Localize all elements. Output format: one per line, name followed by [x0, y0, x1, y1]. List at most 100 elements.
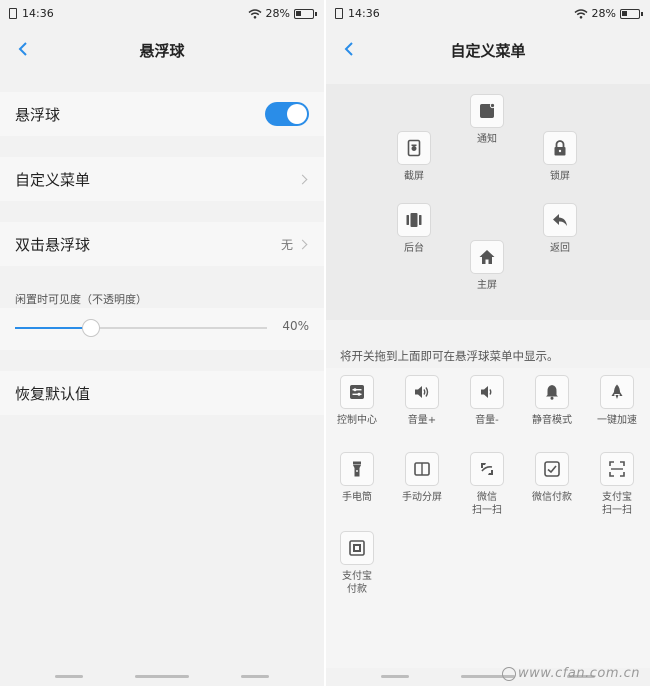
bell-icon	[546, 385, 558, 400]
icon-box	[470, 452, 504, 486]
custom-menu-screen: 14:36 28% 自定义菜单 通知 截屏 锁屏 后台 返回 主屏 将开关拖到上…	[326, 0, 650, 686]
wifi-icon	[574, 8, 588, 19]
drag-hint: 将开关拖到上面即可在悬浮球菜单中显示。	[340, 349, 559, 363]
menu-item-home[interactable]: 主屏	[459, 240, 515, 292]
alipay-scan-icon	[609, 461, 625, 477]
icon-box	[470, 375, 504, 409]
option-control-center[interactable]: 控制中心	[329, 375, 385, 427]
option-label: 音量+	[407, 415, 437, 426]
nav-line	[241, 675, 269, 678]
status-bar: 14:36 28%	[326, 0, 650, 28]
option-label: 静音模式	[532, 415, 572, 426]
option-label: 微信 扫一扫	[472, 492, 502, 516]
notification-icon	[480, 102, 496, 118]
status-time: 14:36	[348, 7, 380, 20]
visibility-slider[interactable]	[15, 319, 267, 337]
option-wechat-scan[interactable]: 微信 扫一扫	[459, 452, 515, 517]
lock-icon	[554, 140, 566, 156]
floating-ball-row: 悬浮球	[0, 92, 324, 136]
menu-item-label: 返回	[550, 243, 570, 254]
option-wechat-pay[interactable]: 微信付款	[524, 452, 580, 504]
option-label: 控制中心	[337, 415, 377, 426]
visibility-label: 闲置时可见度（不透明度）	[15, 293, 147, 306]
slider-thumb[interactable]	[81, 319, 100, 337]
menu-item-notification[interactable]: 通知	[459, 94, 515, 146]
icon-box	[600, 452, 634, 486]
option-alipay-pay[interactable]: 支付宝 付款	[329, 531, 385, 596]
option-silent-mode[interactable]: 静音模式	[524, 375, 580, 427]
double-tap-value: 无	[280, 237, 293, 252]
battery-percent: 28%	[265, 7, 290, 20]
option-boost[interactable]: 一键加速	[589, 375, 645, 427]
battery-percent: 28%	[591, 7, 616, 20]
floating-ball-settings-screen: 14:36 28% 悬浮球 悬浮球 自定义菜单 双击悬浮球 无 闲置时可见度（不…	[0, 0, 324, 686]
volume-up-icon	[415, 386, 429, 398]
status-bar: 14:36 28%	[0, 0, 324, 28]
menu-item-label: 通知	[477, 134, 497, 145]
option-split-screen[interactable]: 手动分屏	[394, 452, 450, 504]
option-label: 手电筒	[342, 492, 372, 503]
icon-box	[340, 531, 374, 565]
slider-fill	[15, 327, 91, 329]
icon-box	[470, 240, 504, 274]
page-title: 悬浮球	[139, 42, 185, 60]
custom-menu-row[interactable]: 自定义菜单	[0, 157, 324, 201]
nav-line	[381, 675, 409, 678]
nav-bar	[0, 675, 324, 678]
wechat-scan-icon	[481, 463, 493, 475]
menu-item-recent-apps[interactable]: 后台	[386, 203, 442, 255]
icon-box	[340, 375, 374, 409]
icon-box	[543, 203, 577, 237]
double-tap-label: 双击悬浮球	[15, 235, 91, 254]
custom-menu-label: 自定义菜单	[15, 170, 91, 189]
nav-line	[55, 675, 83, 678]
icon-box	[405, 375, 439, 409]
flashlight-icon	[353, 461, 361, 477]
double-tap-row[interactable]: 双击悬浮球 无	[0, 222, 324, 266]
nav-line	[135, 675, 189, 678]
menu-item-lock[interactable]: 锁屏	[532, 131, 588, 183]
visibility-slider-row: 40%	[0, 308, 324, 350]
option-label: 音量-	[475, 415, 499, 426]
floating-ball-toggle[interactable]	[265, 102, 309, 126]
option-alipay-scan[interactable]: 支付宝 扫一扫	[589, 452, 645, 517]
wifi-icon	[248, 8, 262, 19]
icon-box	[340, 452, 374, 486]
visibility-value: 40%	[282, 319, 309, 333]
option-label: 支付宝 扫一扫	[602, 492, 632, 516]
restore-defaults-label: 恢复默认值	[15, 384, 91, 403]
restore-defaults-row[interactable]: 恢复默认值	[0, 371, 324, 415]
battery-icon	[294, 8, 317, 19]
icon-box	[535, 452, 569, 486]
control-center-icon	[350, 385, 364, 399]
icon-box	[600, 375, 634, 409]
option-volume-down[interactable]: 音量-	[459, 375, 515, 427]
back-arrow-icon	[553, 214, 567, 226]
alipay-pay-icon	[349, 540, 365, 556]
menu-item-back[interactable]: 返回	[532, 203, 588, 255]
option-volume-up[interactable]: 音量+	[394, 375, 450, 427]
rocket-icon	[611, 384, 623, 399]
menu-item-screenshot[interactable]: 截屏	[386, 131, 442, 183]
home-icon	[479, 250, 495, 264]
recent-apps-icon	[406, 213, 422, 227]
option-label: 微信付款	[532, 492, 572, 503]
option-label: 支付宝 付款	[342, 571, 372, 595]
watermark: www.cfan.com.cn	[501, 666, 640, 681]
option-flashlight[interactable]: 手电筒	[329, 452, 385, 504]
menu-item-label: 锁屏	[550, 171, 570, 182]
sim-icon	[335, 8, 343, 19]
icon-box	[397, 203, 431, 237]
split-screen-icon	[414, 462, 430, 476]
header: 悬浮球	[0, 28, 324, 70]
status-time: 14:36	[22, 7, 54, 20]
page-title: 自定义菜单	[450, 42, 526, 60]
floating-ball-label: 悬浮球	[15, 105, 61, 124]
watermark-text: www.cfan.com.cn	[517, 666, 640, 681]
icon-box	[470, 94, 504, 128]
icon-box	[397, 131, 431, 165]
menu-item-label: 后台	[404, 243, 424, 254]
screenshot-icon	[407, 139, 421, 157]
header: 自定义菜单	[326, 28, 650, 70]
cfan-logo-icon	[501, 666, 516, 681]
